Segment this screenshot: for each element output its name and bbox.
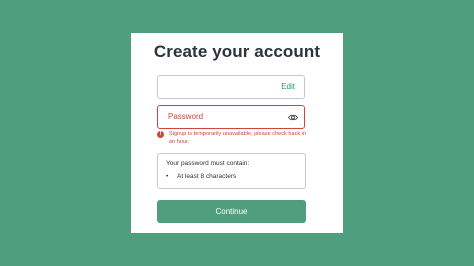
password-requirements: Your password must contain: • At least 8 … [157,153,306,189]
requirements-heading: Your password must contain: [166,160,250,167]
continue-button[interactable]: Continue [157,200,306,223]
page-title: Create your account [153,42,321,61]
eye-icon[interactable] [288,113,298,122]
error-message: Signup is temporarily unavailable, pleas… [169,131,307,145]
requirement-text: At least 8 characters [177,173,237,180]
edit-email-link[interactable]: Edit [281,82,295,91]
password-label: Password [168,112,204,121]
password-field[interactable]: Password [157,105,305,129]
bullet-icon: • [166,173,169,180]
email-field[interactable]: Edit [157,75,305,99]
requirement-item: • At least 8 characters [166,173,236,180]
alert-circle-icon: ! [157,131,164,138]
signup-card: Create your account Edit Password ! Sign… [131,33,343,233]
